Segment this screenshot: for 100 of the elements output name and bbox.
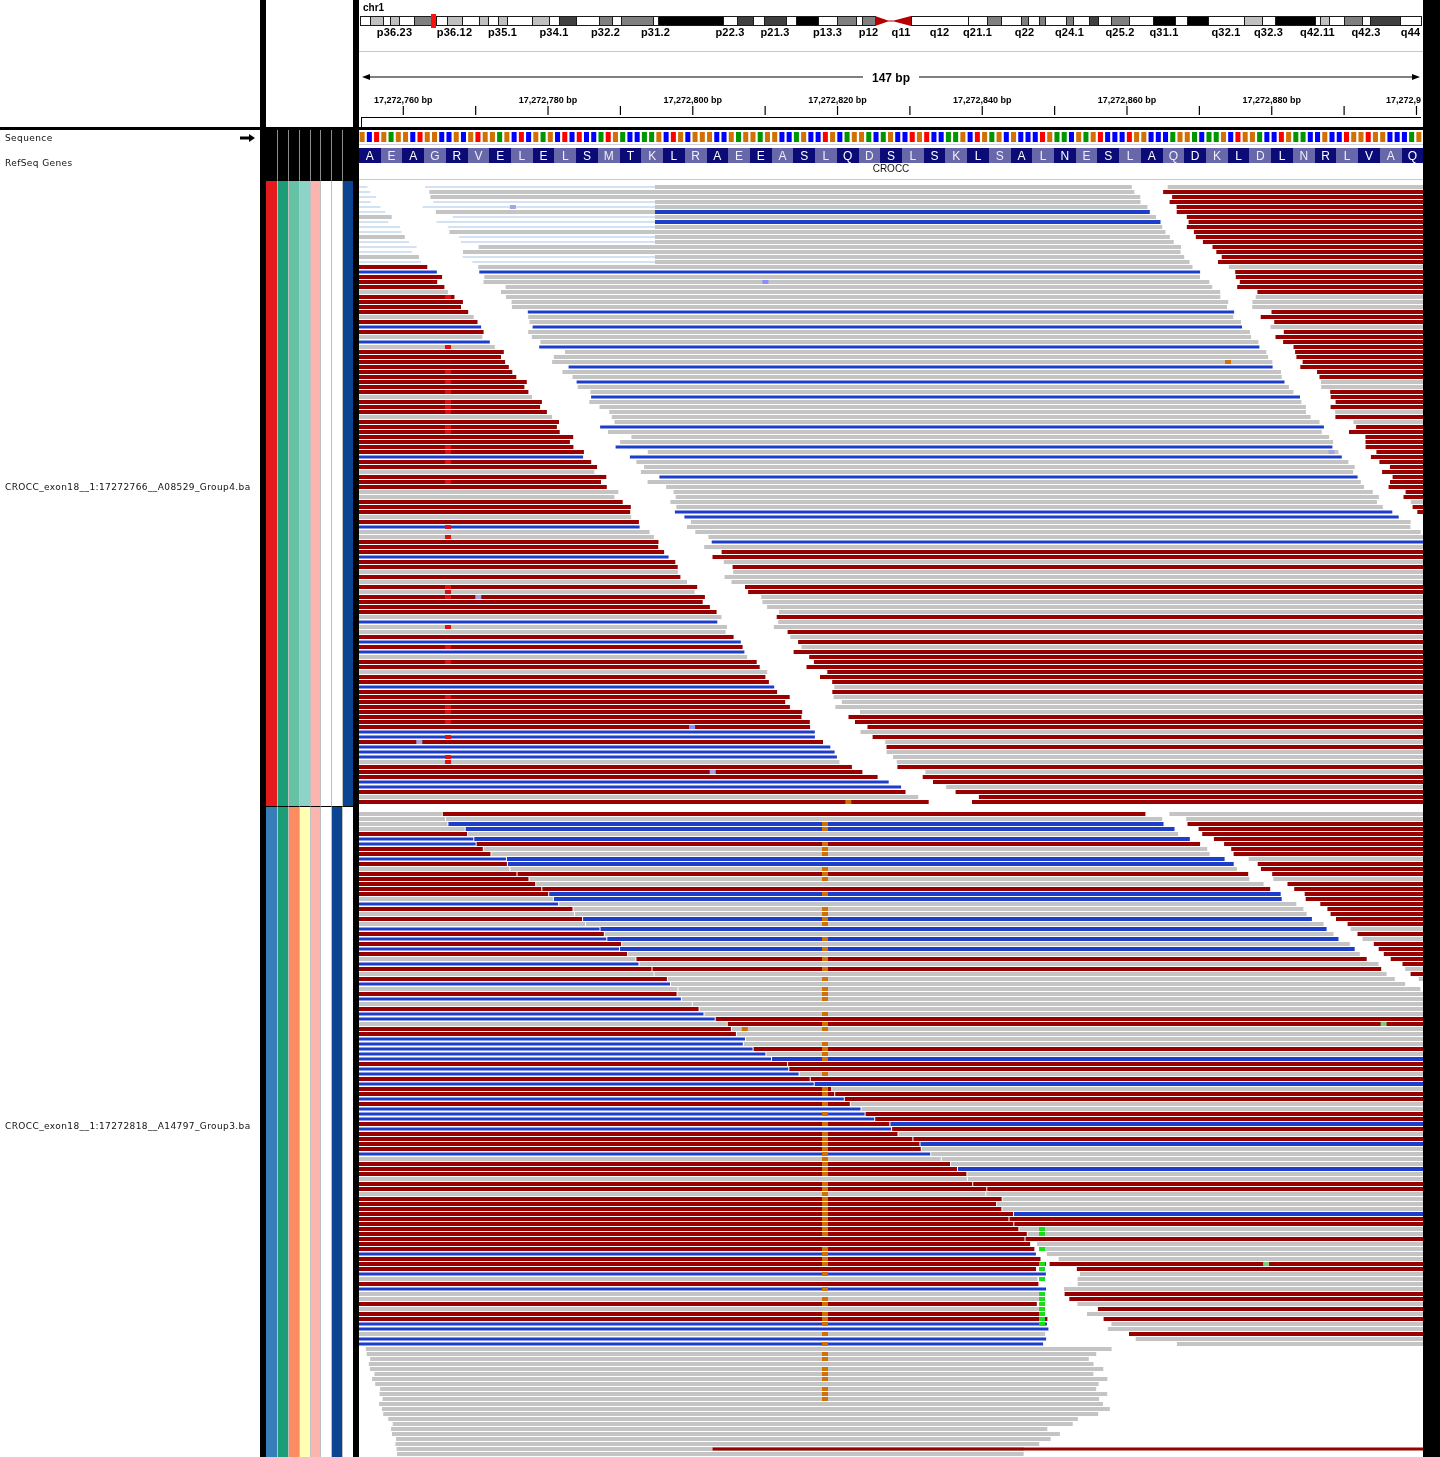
amino-acid: V — [467, 148, 490, 163]
tick-label: 17,272,860 bp — [1097, 94, 1157, 105]
amino-acid: R — [684, 148, 707, 163]
amino-acid: L — [901, 148, 924, 163]
amino-acid: L — [511, 148, 533, 163]
cytoband-label: q12 — [929, 26, 950, 38]
cytoband-label: p13.3 — [812, 26, 843, 38]
cytoband-label: p35.1 — [487, 26, 518, 38]
amino-acid: V — [1358, 148, 1380, 163]
chromosome-label: chr1 — [363, 1, 385, 14]
tick-label: 17,272,880 bp — [1242, 94, 1301, 105]
amino-acid: A — [402, 148, 425, 163]
amino-acid: L — [554, 148, 577, 163]
amino-acid: E — [380, 148, 403, 163]
amino-acid: A — [1140, 148, 1163, 163]
amino-acid: Q — [836, 148, 859, 163]
amino-acid: N — [1292, 148, 1315, 163]
amino-acid: S — [923, 148, 946, 163]
cytoband-label: q42.3 — [1351, 26, 1381, 38]
amino-acid: R — [1314, 148, 1337, 163]
amino-acid: D — [858, 148, 881, 163]
amino-acid: M — [597, 148, 620, 163]
cytoband-label: p36.23 — [376, 26, 413, 38]
amino-acid: E — [1075, 148, 1098, 163]
cytoband-label: p12 — [858, 26, 879, 38]
amino-acid: Q — [1162, 148, 1185, 163]
ruler-tick — [909, 105, 911, 116]
ruler-tick — [1343, 105, 1345, 116]
ruler-tick — [836, 105, 839, 116]
amino-acid: L — [1271, 148, 1293, 163]
amino-acid: L — [1032, 148, 1054, 163]
track-name[interactable]: CROCC_exon18__1:17272818__A14797_Group3.ba — [5, 1120, 251, 1131]
amino-acid: K — [945, 148, 968, 163]
amino-acid: S — [988, 148, 1011, 163]
cytoband-label: p32.2 — [590, 26, 621, 38]
ruler-tick — [619, 105, 621, 116]
ruler-tick — [1054, 105, 1056, 116]
amino-acid: R — [445, 148, 468, 163]
ruler-tick — [981, 105, 983, 116]
amino-acid: L — [815, 148, 837, 163]
cytoband-label: q44 — [1400, 26, 1421, 38]
tick-label: 17,272,840 bp — [953, 94, 1012, 105]
amino-acid: E — [749, 148, 772, 163]
amino-acid: S — [793, 148, 816, 163]
cytoband-label: q21.1 — [962, 26, 993, 38]
cytoband-label: q32.3 — [1253, 26, 1284, 38]
tick-label: 17,272,780 bp — [518, 94, 578, 105]
amino-acid: K — [641, 148, 664, 163]
tick-label: 17,272,9 — [1385, 94, 1421, 105]
ruler-tick — [475, 105, 477, 116]
cytoband-label: q32.1 — [1211, 26, 1241, 38]
amino-acid: L — [1119, 148, 1141, 163]
amino-acid: D — [1249, 148, 1272, 163]
amino-acid: S — [1097, 148, 1120, 163]
gene-name: CROCC — [872, 163, 910, 175]
ruler-tick — [1415, 105, 1418, 116]
amino-acid: S — [880, 148, 902, 163]
cytoband-label: p21.3 — [760, 26, 790, 38]
cytoband-label: p36.12 — [436, 26, 473, 38]
cytoband-label: q25.2 — [1105, 26, 1135, 38]
tick-label: 17,272,800 bp — [663, 94, 723, 105]
amino-acid: S — [576, 148, 598, 163]
ruler-tick — [764, 105, 766, 116]
cytoband-label: q22 — [1014, 26, 1035, 38]
span-label: 147 bp — [872, 70, 910, 85]
ruler-tick — [1271, 105, 1273, 116]
amino-acid: L — [967, 148, 989, 163]
cytoband-label: q11 — [891, 26, 911, 38]
cytoband-label: p34.1 — [539, 26, 569, 38]
amino-acid: L — [1227, 148, 1250, 163]
amino-acid: N — [1054, 148, 1076, 163]
amino-acid: A — [1010, 148, 1033, 163]
amino-acid: Q — [1401, 148, 1423, 163]
ruler-tick — [1126, 105, 1128, 116]
track-name[interactable]: Sequence — [5, 133, 53, 143]
amino-acid: D — [1184, 148, 1207, 163]
ruler-tick — [1198, 105, 1200, 116]
cytoband-label: q24.1 — [1054, 26, 1085, 38]
tick-label: 17,272,760 bp — [374, 94, 433, 105]
amino-acid: L — [663, 148, 685, 163]
strand-arrow-icon[interactable] — [240, 134, 255, 142]
tick-label: 17,272,820 bp — [808, 94, 867, 105]
ruler-tick — [692, 105, 694, 116]
amino-acid: E — [728, 148, 750, 163]
ruler-tick — [547, 105, 549, 116]
amino-acid: G — [424, 148, 446, 163]
amino-acid: E — [532, 148, 555, 163]
amino-acid: A — [771, 148, 794, 163]
ruler-tick — [402, 105, 404, 116]
amino-acid: L — [1336, 148, 1359, 163]
cytoband-label: q31.1 — [1149, 26, 1179, 38]
amino-acid: E — [489, 148, 512, 163]
cytoband-label: q42.11 — [1300, 26, 1335, 38]
amino-acid: A — [359, 148, 381, 163]
amino-acid: T — [619, 148, 642, 163]
amino-acid: A — [1379, 148, 1402, 163]
amino-acid: A — [706, 148, 729, 163]
track-name[interactable]: CROCC_exon18__1:17272766__A08529_Group4.ba — [5, 482, 251, 492]
track-name[interactable]: RefSeq Genes — [5, 158, 73, 168]
cytoband-label: p22.3 — [715, 26, 745, 38]
